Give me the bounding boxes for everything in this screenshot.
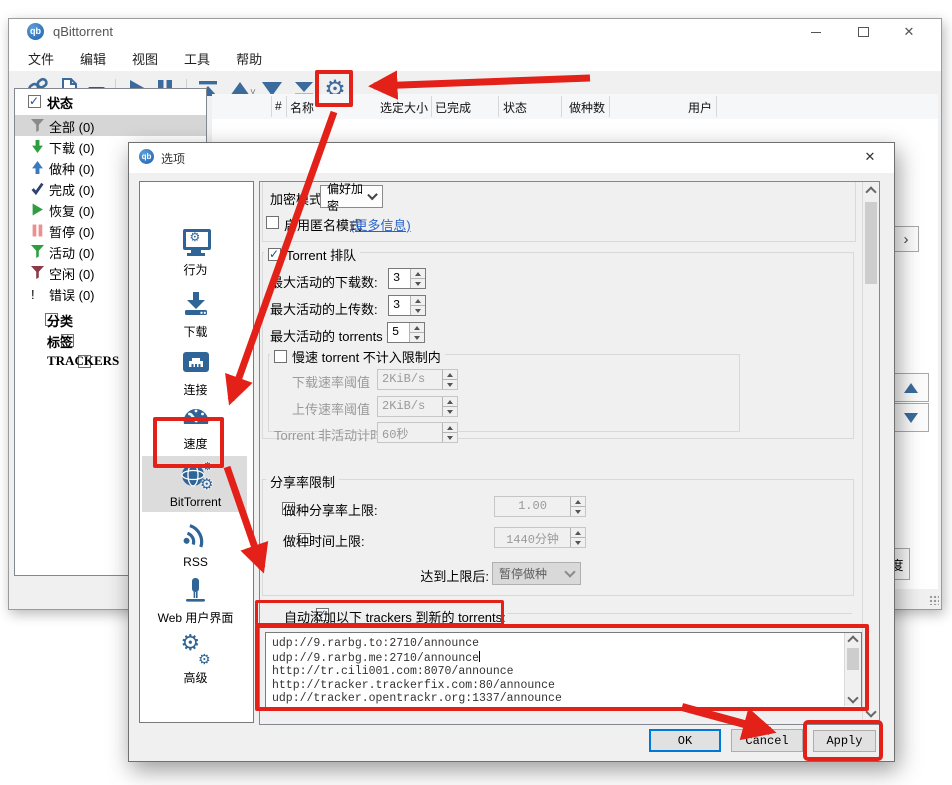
screen: qb qBittorrent ✕ 文件 编辑 视图 工具 帮助 xyxy=(0,0,952,785)
share-ratio-group-label: 分享率限制 xyxy=(266,472,339,491)
dialog-close-button[interactable]: ✕ xyxy=(853,146,887,168)
resize-grip[interactable] xyxy=(929,595,939,605)
nav-item-webui[interactable]: Web 用户界面 xyxy=(141,572,250,626)
column-status[interactable]: 状态 xyxy=(503,99,527,116)
seed-time-label: 做种时间上限: xyxy=(283,531,365,550)
nav-item-connection[interactable]: 连接 xyxy=(141,344,250,398)
status-header: 状态 xyxy=(47,93,73,112)
minimize-button[interactable] xyxy=(799,21,833,43)
inactivity-timer-spinbox[interactable]: 60秒 xyxy=(377,422,458,443)
window-title: qBittorrent xyxy=(53,24,113,39)
rss-icon xyxy=(141,518,250,554)
encryption-combo[interactable]: 偏好加密 xyxy=(320,185,383,208)
content-scrollbar-thumb[interactable] xyxy=(865,202,877,284)
column-seeds[interactable]: 做种数 xyxy=(545,99,605,116)
funnel-icon xyxy=(31,119,44,132)
pause-icon xyxy=(31,224,44,237)
annotation-box-trackers-textarea xyxy=(255,624,869,711)
behavior-icon: ⚙ xyxy=(141,224,250,260)
seed-time-spinbox[interactable]: 1440分钟 xyxy=(494,527,586,548)
annotation-box-trackers-label xyxy=(255,600,504,626)
annotation-box-bittorrent-nav xyxy=(153,417,224,468)
nav-item-behavior[interactable]: ⚙ 行为 xyxy=(141,224,250,278)
menu-tools[interactable]: 工具 xyxy=(177,46,217,71)
connection-icon xyxy=(141,344,250,380)
slow-torrents-group-label[interactable]: 慢速 torrent 不计入限制内 xyxy=(270,347,445,366)
menu-bar: 文件 编辑 视图 工具 帮助 xyxy=(9,45,941,71)
ratio-action-combo[interactable]: 暂停做种 xyxy=(492,562,581,585)
ratio-reached-label: 达到上限后: xyxy=(410,566,489,585)
column-size[interactable]: 选定大小 xyxy=(360,99,428,116)
nav-item-rss[interactable]: RSS xyxy=(141,518,250,569)
menu-view[interactable]: 视图 xyxy=(125,46,165,71)
trackers-group-border xyxy=(507,613,852,614)
upload-arrow-icon xyxy=(31,161,44,174)
dialog-titlebar[interactable]: qb 选项 ✕ xyxy=(129,143,894,173)
ok-button[interactable]: OK xyxy=(649,729,721,752)
column-name[interactable]: 名称 xyxy=(290,99,314,116)
column-done[interactable]: 已完成 xyxy=(435,99,471,116)
anonymous-mode-checkbox[interactable] xyxy=(266,216,279,229)
more-info-link[interactable]: (更多信息) xyxy=(350,215,411,234)
column-number[interactable]: # xyxy=(275,99,282,113)
max-downloads-spinbox[interactable]: 3 xyxy=(388,268,426,289)
annotation-box-apply-button xyxy=(803,720,883,761)
main-titlebar[interactable]: qb qBittorrent ✕ xyxy=(9,19,941,45)
menu-file[interactable]: 文件 xyxy=(21,46,61,71)
dialog-logo-icon: qb xyxy=(139,149,154,164)
ul-threshold-spinbox[interactable]: 2KiB/s xyxy=(377,396,458,417)
side-panel-toggle-button[interactable]: › xyxy=(893,226,919,252)
cancel-button[interactable]: Cancel xyxy=(731,729,803,752)
status-header-checkbox[interactable] xyxy=(28,95,41,108)
exclamation-icon: ! xyxy=(31,287,44,300)
nav-item-advanced[interactable]: ⚙ ⚙ 高级 xyxy=(141,632,250,686)
max-uploads-label: 最大活动的上传数: xyxy=(270,299,378,318)
check-icon xyxy=(31,182,44,195)
annotation-box-options-gear xyxy=(315,70,353,107)
menu-help[interactable]: 帮助 xyxy=(229,46,269,71)
filter-all[interactable]: 全部 (0) xyxy=(15,115,206,136)
maximize-button[interactable] xyxy=(846,21,880,43)
close-button[interactable]: ✕ xyxy=(892,21,926,43)
queueing-checkbox[interactable] xyxy=(268,248,281,261)
menu-edit[interactable]: 编辑 xyxy=(73,46,113,71)
tags-header[interactable]: 标签 xyxy=(47,332,73,351)
seed-ratio-spinbox[interactable]: 1.00 xyxy=(494,496,586,517)
content-scroll-up-icon[interactable] xyxy=(863,182,879,199)
funnel-icon xyxy=(31,266,44,279)
ul-threshold-label: 上传速率阈值 xyxy=(292,399,370,418)
dl-threshold-label: 下载速率阈值 xyxy=(292,372,370,391)
queue-down-button[interactable] xyxy=(893,403,929,432)
max-torrents-label: 最大活动的 torrents 数: xyxy=(270,326,403,345)
download-arrow-icon xyxy=(31,140,44,153)
app-logo-icon: qb xyxy=(27,23,44,40)
dl-threshold-spinbox[interactable]: 2KiB/s xyxy=(377,369,458,390)
encryption-label: 加密模式: xyxy=(270,189,326,208)
slow-torrents-checkbox[interactable] xyxy=(274,350,287,363)
queueing-group-label[interactable]: Torrent 排队 xyxy=(264,245,360,264)
dialog-title: 选项 xyxy=(161,150,185,167)
advanced-icon: ⚙ ⚙ xyxy=(141,632,250,668)
max-downloads-label: 最大活动的下载数: xyxy=(270,272,378,291)
funnel-icon xyxy=(31,245,44,258)
webui-icon xyxy=(141,572,250,608)
categories-header[interactable]: 分类 xyxy=(47,311,73,330)
max-uploads-spinbox[interactable]: 3 xyxy=(388,295,426,316)
column-user[interactable]: 用户 xyxy=(652,99,712,116)
seed-ratio-label: 做种分享率上限: xyxy=(283,500,378,519)
nav-item-downloads[interactable]: 下载 xyxy=(141,286,250,340)
trackers-header[interactable]: TRACKERS xyxy=(47,353,119,369)
play-icon xyxy=(31,203,44,216)
max-torrents-spinbox[interactable]: 5 xyxy=(387,322,425,343)
downloads-icon xyxy=(141,286,250,322)
queue-up-button[interactable] xyxy=(893,373,929,402)
sort-indicator-icon: ˅ xyxy=(250,87,256,98)
